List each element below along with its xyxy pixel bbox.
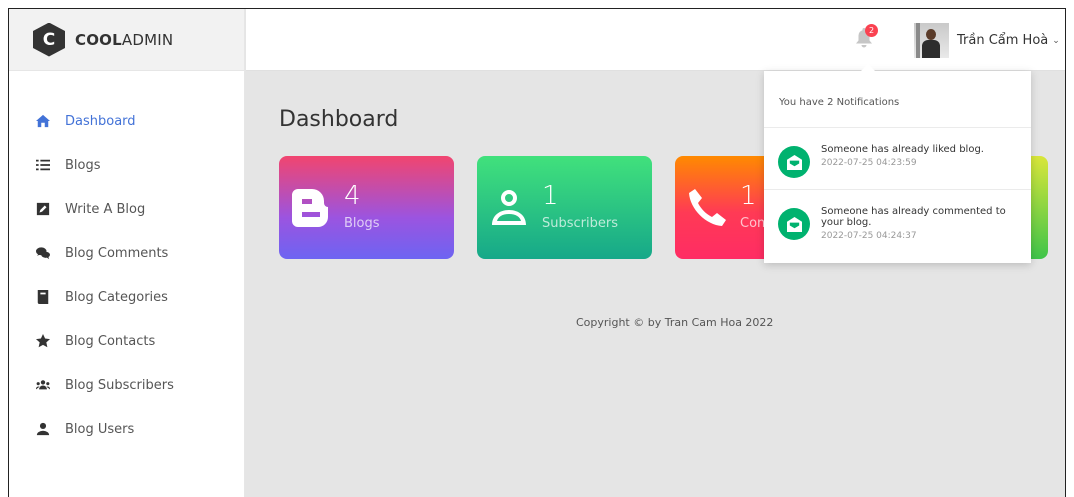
sidebar-item-blog-contacts[interactable]: Blog Contacts <box>9 319 244 363</box>
sidebar-item-blog-comments[interactable]: Blog Comments <box>9 231 244 275</box>
footer-copyright: Copyright © by Tran Cam Hoa 2022 <box>576 316 774 329</box>
stat-card-subscribers[interactable]: 1 Subscribers <box>477 156 652 259</box>
user-icon <box>35 421 51 437</box>
sidebar: C COOLADMIN Dashboard Blogs Write A Blog… <box>9 9 245 497</box>
star-icon <box>35 333 51 349</box>
logo-hexagon-icon: C <box>33 22 65 57</box>
stat-label: Subscribers <box>542 216 618 231</box>
user-name: Trần Cẩm Hoà <box>957 33 1049 48</box>
sidebar-item-dashboard[interactable]: Dashboard <box>9 99 244 143</box>
sidebar-menu: Dashboard Blogs Write A Blog Blog Commen… <box>9 71 244 451</box>
notifications-button[interactable]: 2 <box>855 24 878 50</box>
brand-logo[interactable]: C COOLADMIN <box>9 9 244 71</box>
users-icon <box>35 377 51 393</box>
sidebar-item-blog-users[interactable]: Blog Users <box>9 407 244 451</box>
edit-icon <box>35 201 51 217</box>
stat-value: 1 <box>542 181 559 211</box>
sidebar-item-label: Blog Categories <box>65 289 168 305</box>
notification-count-badge: 2 <box>865 24 878 37</box>
brand-name: COOLADMIN <box>75 30 174 49</box>
home-icon <box>35 113 51 129</box>
notification-item[interactable]: Someone has already liked blog. 2022-07-… <box>764 128 1031 190</box>
app-frame: C COOLADMIN Dashboard Blogs Write A Blog… <box>8 8 1066 497</box>
phone-icon <box>686 187 728 229</box>
stat-card-blogs[interactable]: 4 Blogs <box>279 156 454 259</box>
sidebar-item-write-a-blog[interactable]: Write A Blog <box>9 187 244 231</box>
top-header: 2 Trần Cẩm Hoà ⌄ <box>246 9 1065 71</box>
avatar <box>914 23 949 58</box>
blogger-icon <box>290 187 332 229</box>
sidebar-item-blogs[interactable]: Blogs <box>9 143 244 187</box>
user-menu[interactable]: Trần Cẩm Hoà ⌄ <box>914 23 1060 58</box>
sidebar-item-label: Blog Contacts <box>65 333 156 349</box>
book-icon <box>35 289 51 305</box>
notification-message: Someone has already commented to your bl… <box>821 206 1006 228</box>
chevron-down-icon: ⌄ <box>1052 35 1060 46</box>
sidebar-item-blog-subscribers[interactable]: Blog Subscribers <box>9 363 244 407</box>
stat-value: 4 <box>344 181 361 211</box>
notification-header: You have 2 Notifications <box>764 71 1031 128</box>
envelope-open-icon <box>778 208 810 240</box>
sidebar-item-label: Write A Blog <box>65 201 146 217</box>
dropdown-caret <box>861 64 875 71</box>
list-icon <box>35 157 51 173</box>
sidebar-item-label: Blog Comments <box>65 245 169 261</box>
notification-time: 2022-07-25 04:23:59 <box>821 158 917 168</box>
notification-time: 2022-07-25 04:24:37 <box>821 231 917 241</box>
notification-message: Someone has already liked blog. <box>821 144 984 155</box>
comments-icon <box>35 245 51 261</box>
sidebar-item-label: Dashboard <box>65 113 136 129</box>
notification-dropdown: You have 2 Notifications Someone has alr… <box>764 64 1031 263</box>
stat-label: Blogs <box>344 216 380 231</box>
sidebar-item-label: Blog Users <box>65 421 135 437</box>
envelope-open-icon <box>778 146 810 178</box>
user-outline-icon <box>488 187 530 229</box>
sidebar-item-label: Blogs <box>65 157 101 173</box>
page-title: Dashboard <box>279 107 399 132</box>
sidebar-item-blog-categories[interactable]: Blog Categories <box>9 275 244 319</box>
stat-value: 1 <box>740 181 757 211</box>
sidebar-item-label: Blog Subscribers <box>65 377 174 393</box>
notification-item[interactable]: Someone has already commented to your bl… <box>764 190 1031 252</box>
